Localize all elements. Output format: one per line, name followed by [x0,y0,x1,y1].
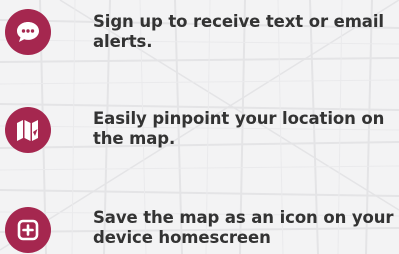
map-icon [5,107,51,153]
add-square-icon [5,207,51,253]
feature-location-text: Easily pinpoint your location on the map… [93,109,385,148]
feature-alerts-text: Sign up to receive text or email alerts. [93,12,384,51]
chat-bubble-icon [5,9,51,55]
feature-save-text: Save the map as an icon on your device h… [93,208,394,247]
